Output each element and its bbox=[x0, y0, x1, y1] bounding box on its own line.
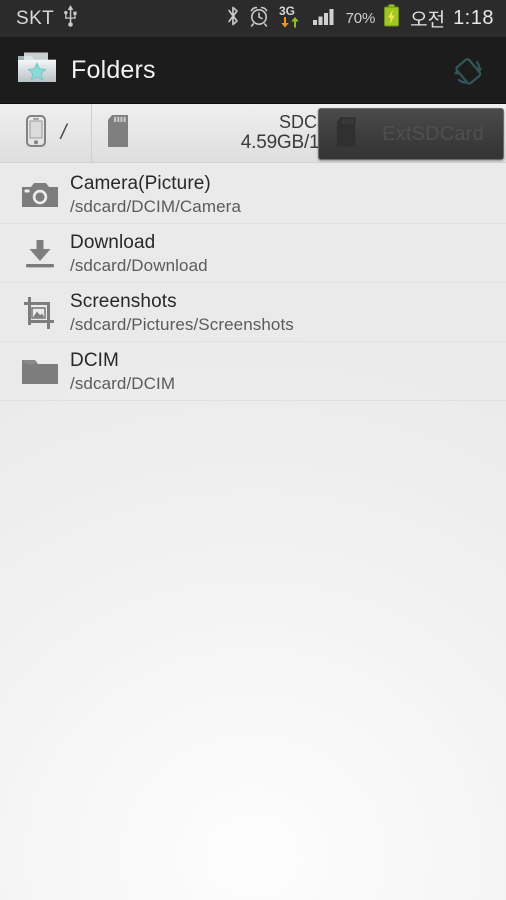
tab-extsdcard[interactable]: ExtSDCard bbox=[318, 108, 504, 160]
list-item-path: /sdcard/Download bbox=[70, 255, 208, 275]
network-3g-data-icon: 3G bbox=[278, 4, 304, 33]
sd-card-icon bbox=[335, 116, 359, 153]
list-item-path: /sdcard/Pictures/Screenshots bbox=[70, 314, 294, 334]
list-item[interactable]: Screenshots /sdcard/Pictures/Screenshots bbox=[0, 283, 506, 342]
tab-extsdcard-label: ExtSDCard bbox=[382, 122, 484, 145]
tab-internal-storage[interactable]: / bbox=[0, 104, 92, 162]
bluetooth-icon bbox=[226, 5, 240, 32]
screenshot-crop-icon bbox=[14, 296, 66, 329]
battery-percent-label: 70% bbox=[345, 10, 376, 27]
clock-time-label: 1:18 bbox=[453, 7, 494, 29]
list-item-path: /sdcard/DCIM bbox=[70, 373, 176, 393]
usb-icon bbox=[63, 5, 78, 32]
clock-ampm-label: 오전 bbox=[410, 10, 446, 31]
folder-list: Camera(Picture) /sdcard/DCIM/Camera Down… bbox=[0, 163, 506, 401]
phone-device-icon bbox=[25, 114, 47, 153]
screen-rotation-icon[interactable] bbox=[444, 47, 492, 95]
folder-icon bbox=[14, 357, 66, 387]
alarm-clock-icon bbox=[248, 5, 270, 32]
list-item-title: Screenshots bbox=[70, 290, 177, 312]
app-root: SKT 3G 70% 오전 1:18 Folders / SDCard 4.59… bbox=[0, 0, 506, 900]
signal-bars-icon bbox=[312, 5, 338, 32]
list-item-text: Camera(Picture) /sdcard/DCIM/Camera bbox=[70, 173, 492, 217]
status-bar-right: 3G 70% 오전 1:18 bbox=[226, 4, 494, 33]
action-bar: Folders bbox=[0, 38, 506, 104]
sd-card-icon bbox=[106, 114, 132, 153]
download-icon bbox=[14, 239, 66, 269]
status-bar: SKT 3G 70% 오전 1:18 bbox=[0, 0, 506, 38]
list-item[interactable]: Camera(Picture) /sdcard/DCIM/Camera bbox=[0, 165, 506, 224]
carrier-label: SKT bbox=[16, 7, 55, 29]
list-item-title: Camera(Picture) bbox=[70, 172, 211, 194]
folder-star-icon bbox=[16, 49, 58, 92]
list-item-title: DCIM bbox=[70, 349, 119, 371]
list-item-title: Download bbox=[70, 231, 156, 253]
content-area: Camera(Picture) /sdcard/DCIM/Camera Down… bbox=[0, 163, 506, 900]
camera-icon bbox=[14, 181, 66, 209]
list-item[interactable]: DCIM /sdcard/DCIM bbox=[0, 342, 506, 401]
tab-internal-label: / bbox=[60, 121, 67, 144]
battery-charging-icon bbox=[383, 4, 400, 33]
status-bar-left: SKT bbox=[16, 5, 226, 32]
list-item[interactable]: Download /sdcard/Download bbox=[0, 224, 506, 283]
list-item-text: DCIM /sdcard/DCIM bbox=[70, 350, 492, 394]
list-item-path: /sdcard/DCIM/Camera bbox=[70, 196, 241, 216]
storage-tab-bar: / SDCard 4.59GB/11.51GB ExtSDCard bbox=[0, 104, 506, 163]
list-item-text: Screenshots /sdcard/Pictures/Screenshots bbox=[70, 291, 492, 335]
list-item-text: Download /sdcard/Download bbox=[70, 232, 492, 276]
page-title: Folders bbox=[71, 56, 156, 84]
svg-text:3G: 3G bbox=[279, 4, 295, 18]
